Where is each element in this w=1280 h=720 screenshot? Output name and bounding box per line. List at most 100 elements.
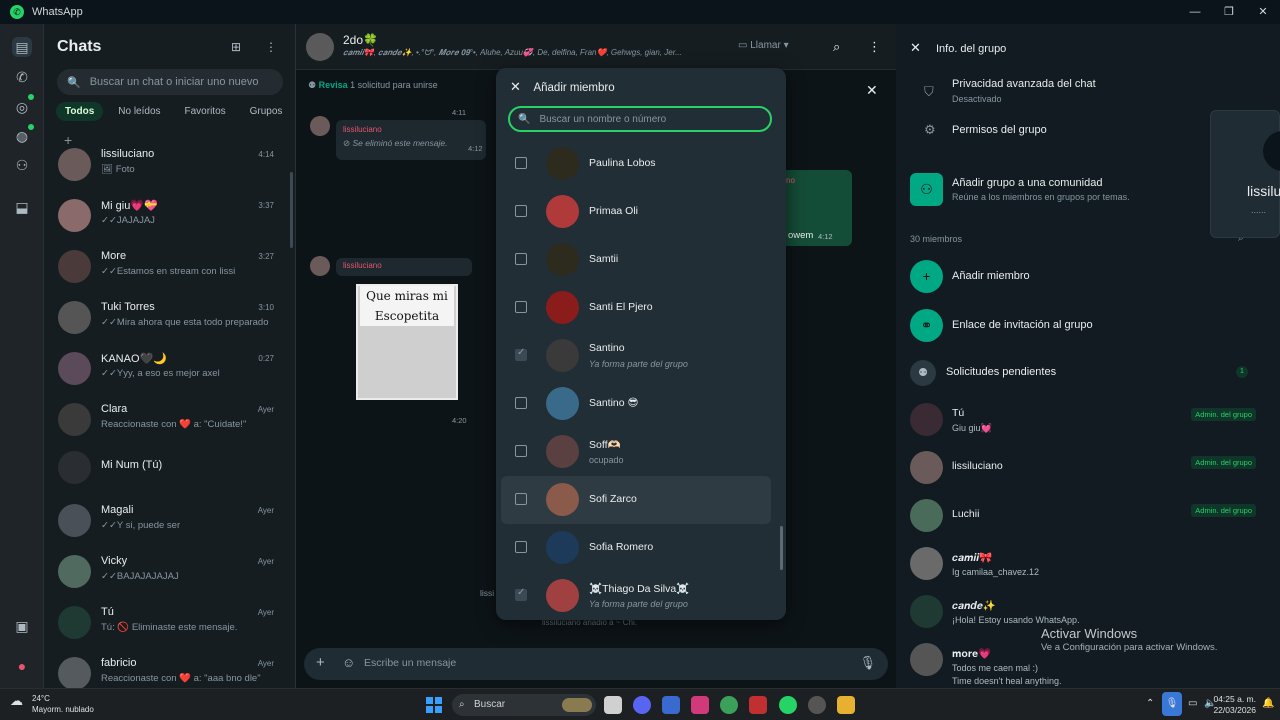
invite-link-row[interactable]: ⚭ Enlace de invitación al grupo [896,309,1280,343]
contact-option[interactable]: Sofia Romero [501,524,771,572]
close-window-button[interactable]: ✕ [1246,0,1280,24]
call-button[interactable]: ▭ Llamar ▾ [738,40,789,51]
archived-icon[interactable]: ⬓ [12,197,32,217]
contact-checkbox[interactable] [515,541,527,553]
chat-list-item[interactable]: Vicky ✓✓BAJAJAJAJAJ Ayer [44,547,295,597]
contact-checkbox[interactable] [515,493,527,505]
chat-list-item[interactable]: More ✓✓Estamos en stream con lissi 3:27 [44,242,295,292]
chat-list-item[interactable]: Mi giu💗💝 ✓✓JAJAJAJ 3:37 [44,191,295,241]
profile-hover-card[interactable]: lissilu ...... [1210,110,1280,238]
group-avatar[interactable] [306,33,334,61]
new-chat-icon[interactable]: ⊞ [231,40,241,54]
chat-list-item[interactable]: fabricio Reaccionaste con ❤️ a: "aaa bno … [44,649,295,688]
close-request-icon[interactable]: ✕ [866,82,878,99]
group-member[interactable]: lissiluciano Admin. del grupo [896,444,1280,492]
notification-icon[interactable]: 🔔 [1262,698,1274,709]
pending-requests-row[interactable]: ⚉ Solicitudes pendientes [896,360,1280,386]
contact-option[interactable]: ☠️Thiago Da Silva☠️ Ya forma parte del gr… [501,572,771,620]
chat-list-item[interactable]: KANAO🖤🌙 ✓✓Yyy, a eso es mejor axel 0:27 [44,344,295,394]
chat-name: Tú [101,606,114,618]
chat-list-item[interactable]: Clara Reaccionaste con ❤️ a: "Cuidate!" Ay… [44,395,295,445]
contact-option[interactable]: Santi El Pjero [501,284,771,332]
chat-list-scrollbar[interactable] [290,172,293,248]
tray-chevron-icon[interactable]: ⌃ [1146,698,1154,709]
filter-groups[interactable]: Grupos [241,102,292,121]
task-view-icon[interactable] [604,696,622,714]
chat-list-item[interactable]: Tú Tú: 🚫 Eliminaste este mensaje. Ayer [44,598,295,648]
filter-unread[interactable]: No leídos [109,102,169,121]
outgoing-message-bubble[interactable]: no owem 4:12 [782,170,852,246]
group-member[interactable]: Tú Giu giu💓 Admin. del grupo [896,396,1280,444]
deleted-message-bubble[interactable]: lissiluciano ⊘ Se eliminó este mensaje. … [336,120,486,160]
message-input[interactable]: Escribe un mensaje [364,657,456,669]
profile-icon[interactable]: ● [12,656,32,676]
app-icon[interactable] [749,696,767,714]
emoji-icon[interactable]: ☺ [342,655,355,670]
sender-avatar[interactable] [310,256,330,276]
avatar [58,199,91,232]
clock[interactable]: 04:25 a. m. 22/03/2026 [1213,694,1256,716]
contact-option[interactable]: Soff🫶🏻 ocupado [501,428,771,476]
sender-avatar[interactable] [310,116,330,136]
chat-header[interactable]: 2do🍀 𝒄𝒂𝒎𝒊𝒊🎀, 𝒄𝒂𝒏𝒅𝒆✨, •.°ᗢ°, 𝑴𝒐𝒓𝒆 𝟎𝟗°•, A… [296,24,896,70]
contact-checkbox[interactable] [515,445,527,457]
request-review-link[interactable]: Revisa [319,80,348,90]
taskbar-search[interactable]: ⌕ Buscar [452,694,596,716]
contact-checkbox[interactable] [515,253,527,265]
chat-search-input[interactable]: 🔍 Buscar un chat o iniciar uno nuevo [57,69,283,95]
network-icon[interactable]: ▭ [1188,698,1197,709]
mic-icon[interactable]: 🎙 [859,655,876,671]
media-icon[interactable]: ▣ [12,616,32,636]
maximize-button[interactable]: ❐ [1212,0,1246,24]
add-member-row[interactable]: + Añadir miembro [896,260,1280,294]
status-icon[interactable]: ◎ [12,97,32,117]
attach-icon[interactable]: + [316,654,325,671]
group-member[interactable]: 𝒄𝒂𝒎𝒊𝒊🎀 Ig camilaa_chavez.12 [896,540,1280,588]
close-info-icon[interactable]: ✕ [910,40,921,55]
chat-list-item[interactable]: Tuki Torres ✓✓Mira ahora que esta todo pr… [44,293,295,343]
chat-time: Ayer [257,405,274,414]
filter-favorites[interactable]: Favoritos [176,102,235,121]
contact-option[interactable]: Samtii [501,236,771,284]
community-title: Añadir grupo a una comunidad [952,177,1103,189]
store-icon[interactable] [662,696,680,714]
contact-option[interactable]: Santino Ya forma parte del grupo [501,332,771,380]
menu-icon[interactable]: ⋮ [265,40,277,54]
contact-checkbox[interactable] [515,157,527,169]
chrome-icon[interactable] [720,696,738,714]
avatar [546,195,579,228]
search-chat-icon[interactable]: ⌕ [833,39,840,55]
calls-icon[interactable]: ✆ [12,67,32,87]
contact-option[interactable]: Sofi Zarco [501,476,771,524]
chats-icon[interactable]: ▤ [12,37,32,57]
privacy-row[interactable]: ⛉ Privacidad avanzada del chat Desactiva… [896,76,1280,110]
filter-all[interactable]: Todos [56,102,104,121]
contact-option[interactable]: Paulina Lobos [501,140,771,188]
close-dialog-icon[interactable]: ✕ [510,79,521,94]
contact-option[interactable]: Santino 😎 [501,380,771,428]
chat-list-item[interactable]: Mi Num (Tú) [44,443,295,493]
chat-list-item[interactable]: lissiluciano 🖼 Foto 4:14 [44,140,295,190]
start-button[interactable] [426,697,442,713]
contact-checkbox[interactable] [515,397,527,409]
chat-time: 3:27 [258,252,274,261]
instagram-icon[interactable] [691,696,709,714]
chat-list-item[interactable]: Magali ✓✓Y si, puede ser Ayer [44,496,295,546]
group-member[interactable]: Luchii Admin. del grupo [896,492,1280,540]
contact-checkbox[interactable] [515,301,527,313]
join-request-bar[interactable]: ⚉ Revisa 1 solicitud para unirse [308,80,438,91]
whatsapp-taskbar-icon[interactable] [779,696,797,714]
weather-widget[interactable]: ☁ 24°C Mayorm. nublado [10,693,94,715]
mic-tray-icon[interactable]: 🎙 [1162,692,1182,716]
discord-icon[interactable] [633,696,651,714]
app2-icon[interactable] [808,696,826,714]
file-explorer-icon[interactable] [837,696,855,714]
member-search-input[interactable]: 🔍 Buscar un nombre o número [508,106,772,132]
minimize-button[interactable]: — [1178,0,1212,24]
chat-menu-icon[interactable]: ⋮ [868,39,881,55]
contact-checkbox[interactable] [515,205,527,217]
contact-option[interactable]: Primaa Oli [501,188,771,236]
message-composer[interactable]: + ☺ Escribe un mensaje 🎙 [304,648,888,680]
dialog-scrollbar[interactable] [780,526,783,570]
communities-icon[interactable]: ⚇ [12,155,32,175]
